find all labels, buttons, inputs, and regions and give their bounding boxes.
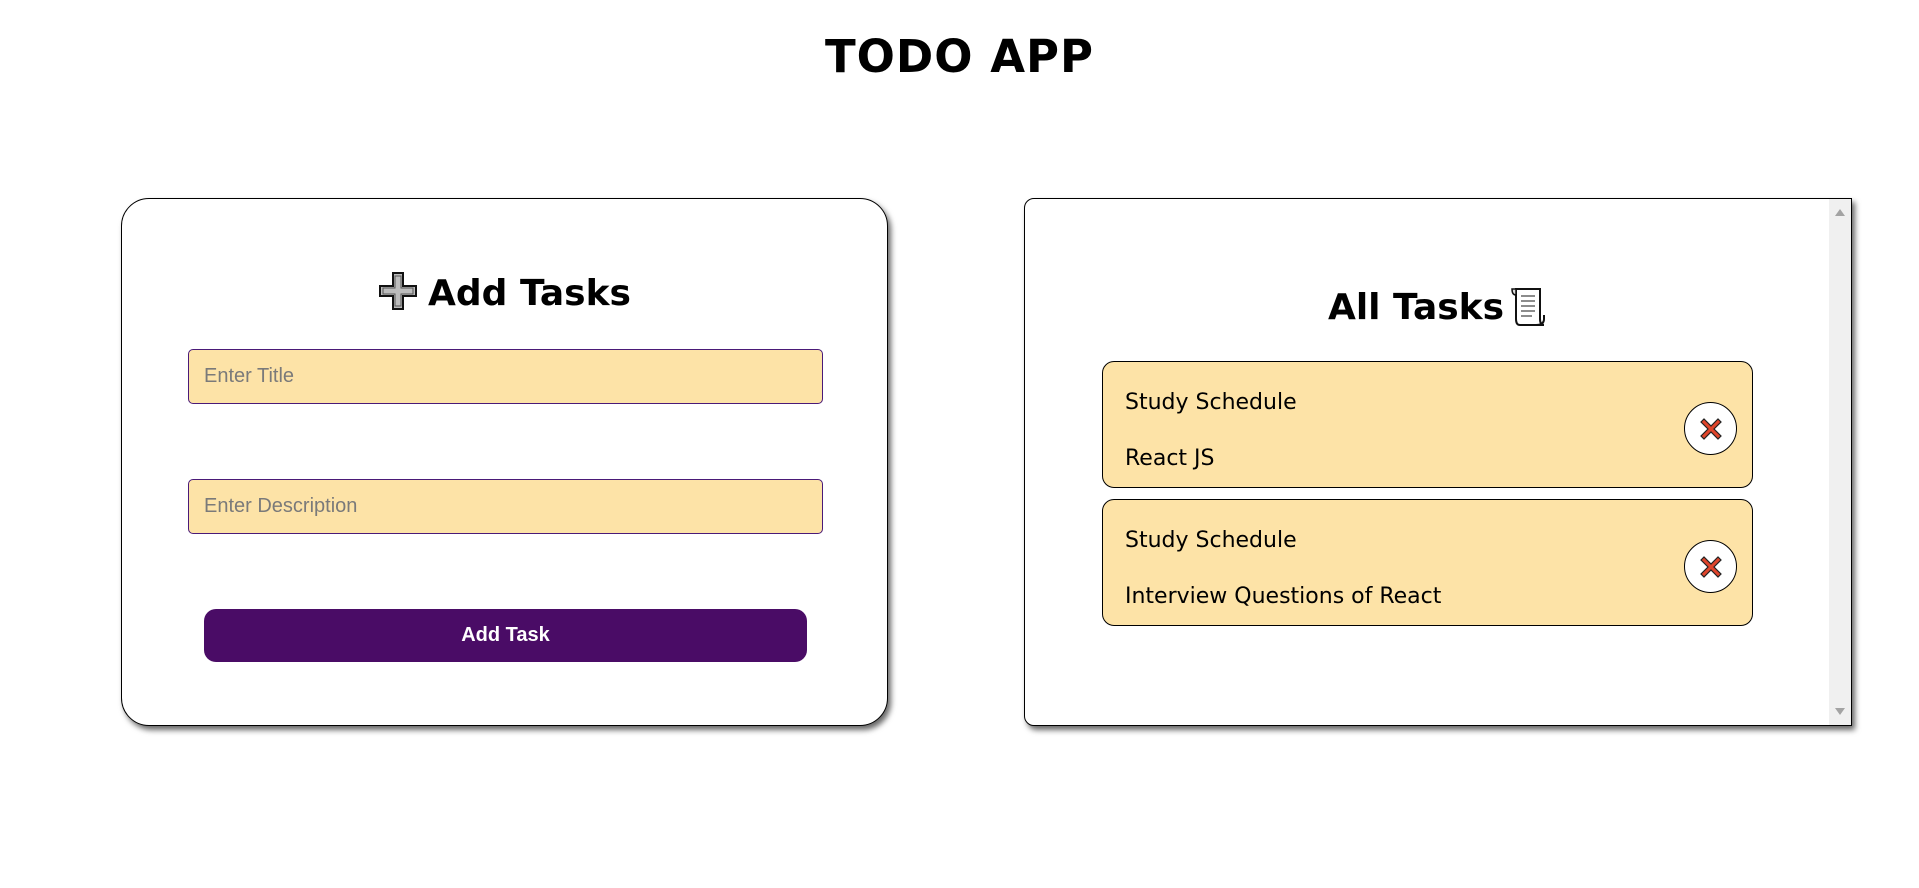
task-description: Interview Questions of React [1125, 584, 1442, 609]
add-tasks-heading: Add Tasks [122, 271, 887, 314]
task-title: Study Schedule [1125, 390, 1297, 415]
add-tasks-heading-label: Add Tasks [428, 273, 631, 314]
add-task-panel: Add Tasks Add Task [121, 198, 888, 726]
all-tasks-panel: All Tasks Study Schedule React JS Study … [1024, 198, 1852, 726]
scroll-down-arrow-icon[interactable] [1835, 708, 1845, 715]
delete-task-button[interactable] [1684, 402, 1737, 455]
task-list: Study Schedule React JS Study Schedule I… [1102, 361, 1753, 637]
add-task-button[interactable]: Add Task [204, 609, 807, 662]
plus-icon [379, 272, 418, 310]
all-tasks-heading-label: All Tasks [1327, 287, 1505, 328]
close-icon [1699, 417, 1722, 440]
task-title: Study Schedule [1125, 528, 1297, 553]
task-card: Study Schedule React JS [1102, 361, 1753, 488]
task-card: Study Schedule Interview Questions of Re… [1102, 499, 1753, 626]
app-title: TODO APP [824, 30, 1094, 83]
close-icon [1699, 555, 1722, 578]
task-list-scrollbar[interactable] [1829, 199, 1851, 725]
task-description: React JS [1125, 446, 1215, 471]
all-tasks-heading: All Tasks [1025, 285, 1851, 328]
description-input[interactable] [188, 479, 823, 534]
scroll-up-arrow-icon[interactable] [1835, 209, 1845, 216]
title-input[interactable] [188, 349, 823, 404]
delete-task-button[interactable] [1684, 540, 1737, 593]
scroll-icon [1511, 288, 1546, 326]
